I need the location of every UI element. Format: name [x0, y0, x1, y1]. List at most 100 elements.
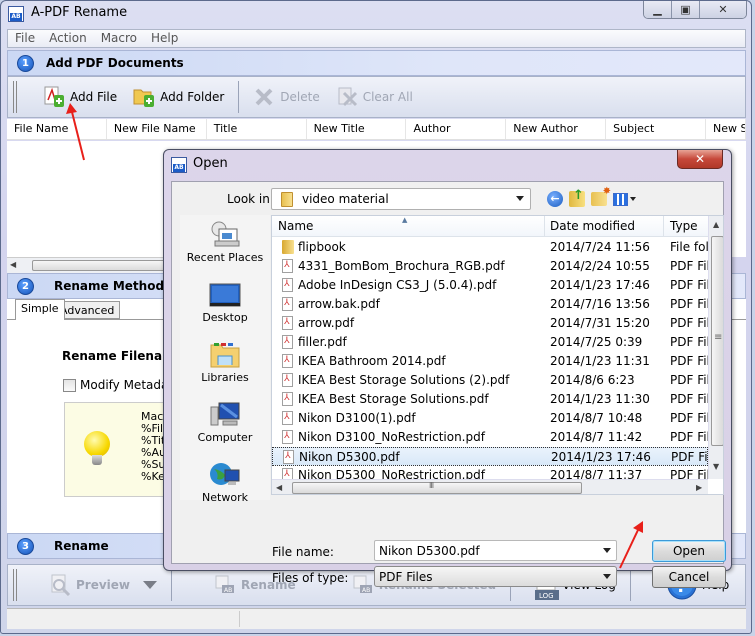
network-icon [209, 461, 241, 489]
menu-help[interactable]: Help [144, 30, 185, 47]
column-title[interactable]: Title [207, 119, 307, 139]
tab-simple[interactable]: Simple [15, 299, 65, 320]
menu-file[interactable]: File [8, 30, 42, 47]
dialog-body: Look in: video material ← Recent Places [171, 181, 726, 588]
file-list-item[interactable]: IKEA Best Storage Solutions.pdf 2014/1/23… [272, 390, 708, 409]
file-date-modified: 2014/1/23 11:30 [550, 392, 650, 406]
scroll-thumb[interactable] [711, 236, 723, 446]
delete-button[interactable]: Delete [245, 81, 327, 113]
back-arrow-icon[interactable]: ← [547, 191, 563, 207]
pdf-file-icon [282, 316, 293, 330]
place-label: Recent Places [186, 251, 264, 264]
scroll-down-icon[interactable]: ▼ [713, 462, 719, 471]
column-new-subject[interactable]: New Subject [706, 119, 746, 139]
restore-button[interactable]: ▣ [672, 1, 700, 18]
column-date-modified[interactable]: Date modified [550, 219, 635, 233]
dialog-close-button[interactable]: ✕ [677, 150, 723, 169]
file-name-input[interactable]: Nikon D5300.pdf [374, 540, 617, 561]
toolbar-grip[interactable] [13, 81, 17, 113]
column-subject[interactable]: Subject [606, 119, 707, 139]
menu-action[interactable]: Action [42, 30, 94, 47]
close-button[interactable]: ✕ [700, 1, 746, 18]
file-list-item[interactable]: flipbook 2014/7/24 11:56 File folder [272, 238, 708, 257]
file-list-vscrollbar[interactable]: ▲ ▼ [708, 216, 723, 479]
file-list-item[interactable]: arrow.bak.pdf 2014/7/16 13:56 PDF File [272, 295, 708, 314]
view-menu-icon[interactable] [613, 192, 628, 206]
checkbox-box[interactable] [63, 378, 76, 392]
minimize-button[interactable]: ▁ [644, 1, 672, 18]
pdf-file-icon [282, 259, 293, 273]
pdf-file-icon [282, 297, 293, 311]
column-file-name[interactable]: File Name [7, 119, 107, 139]
pdf-file-icon [282, 278, 293, 292]
cancel-button[interactable]: Cancel [652, 566, 726, 588]
add-file-button[interactable]: Add File [35, 81, 125, 113]
section-title: Rename [54, 539, 109, 553]
scroll-right-icon[interactable]: ▶ [696, 483, 702, 492]
step-number-badge: 1 [17, 54, 34, 72]
scroll-left-icon[interactable]: ◀ [276, 483, 282, 492]
column-separator[interactable] [544, 216, 545, 237]
place-libraries[interactable]: Libraries [180, 341, 270, 384]
document-list-hscrollbar[interactable]: ◀ [7, 257, 172, 273]
file-type: PDF File [670, 392, 708, 406]
menu-macro[interactable]: Macro [94, 30, 144, 47]
clear-all-button[interactable]: Clear All [328, 81, 421, 113]
files-of-type-label: Files of type: [272, 571, 349, 585]
toolbar-separator [238, 81, 240, 113]
scroll-left-icon[interactable]: ◀ [10, 260, 16, 269]
column-author[interactable]: Author [406, 119, 507, 139]
file-type: PDF File [670, 297, 708, 311]
preview-button[interactable]: Preview [41, 569, 165, 601]
toolbar-grip[interactable] [13, 569, 17, 601]
scroll-thumb[interactable] [292, 481, 582, 494]
pdf-file-icon [283, 450, 294, 464]
add-folder-label: Add Folder [160, 90, 225, 104]
desktop-icon [209, 281, 241, 309]
scroll-thumb[interactable] [32, 260, 172, 271]
file-date-modified: 2014/2/24 10:55 [550, 259, 650, 273]
file-list-item[interactable]: IKEA Bathroom 2014.pdf 2014/1/23 11:31 PDF… [272, 352, 708, 371]
scroll-up-icon[interactable]: ▲ [713, 220, 719, 229]
file-list-item[interactable]: Nikon D3100_NoRestriction.pdf 2014/8/7 11… [272, 428, 708, 447]
place-label: Desktop [202, 311, 248, 324]
file-list-item[interactable]: Nikon D5300.pdf 2014/1/23 17:46 PDF File [272, 447, 709, 466]
file-name: filler.pdf [298, 335, 347, 349]
column-new-author[interactable]: New Author [506, 119, 607, 139]
file-list-item[interactable]: IKEA Best Storage Solutions (2).pdf 2014/… [272, 371, 708, 390]
chevron-down-icon[interactable] [603, 548, 611, 553]
file-type: PDF File [670, 259, 708, 273]
column-new-file-name[interactable]: New File Name [107, 119, 207, 139]
file-list-item[interactable]: Nikon D3100(1).pdf 2014/8/7 10:48 PDF File [272, 409, 708, 428]
file-name-label: File name: [272, 545, 334, 559]
delete-label: Delete [280, 90, 320, 104]
pdf-file-icon [282, 411, 293, 425]
look-in-dropdown[interactable]: video material [271, 188, 531, 210]
place-desktop[interactable]: Desktop [180, 281, 270, 324]
file-type: PDF File [670, 354, 708, 368]
column-new-title[interactable]: New Title [307, 119, 407, 139]
file-list-item[interactable]: Adobe InDesign CS3_J (5.0.4).pdf 2014/1/2… [272, 276, 708, 295]
place-recent-places[interactable]: Recent Places [180, 221, 270, 264]
files-of-type-select[interactable]: PDF Files [374, 566, 617, 587]
new-folder-icon[interactable] [591, 186, 611, 206]
file-list-item[interactable]: arrow.pdf 2014/7/31 15:20 PDF File [272, 314, 708, 333]
place-computer[interactable]: Computer [180, 401, 270, 444]
up-folder-icon[interactable] [569, 188, 585, 207]
view-menu-chevron-icon[interactable] [630, 197, 636, 201]
lightbulb-base [92, 455, 102, 465]
open-button[interactable]: Open [652, 540, 726, 562]
dialog-file-list[interactable]: ▲ Name Date modified Type flipbook 2014/7… [271, 215, 724, 495]
pdf-add-icon [43, 86, 65, 108]
preview-dropdown-icon[interactable] [143, 581, 158, 589]
column-type[interactable]: Type [670, 219, 698, 233]
column-name[interactable]: Name [278, 219, 313, 233]
place-network[interactable]: Network [180, 461, 270, 504]
file-type: PDF File [671, 450, 709, 464]
column-separator[interactable] [663, 216, 664, 237]
chevron-down-icon [603, 574, 611, 579]
file-list-item[interactable]: 4331_BomBom_Brochura_RGB.pdf 2014/2/24 10… [272, 257, 708, 276]
file-list-item[interactable]: filler.pdf 2014/7/25 0:39 PDF File [272, 333, 708, 352]
file-list-hscrollbar[interactable]: ◀ ▶ [272, 479, 708, 494]
add-folder-button[interactable]: Add Folder [125, 81, 232, 113]
